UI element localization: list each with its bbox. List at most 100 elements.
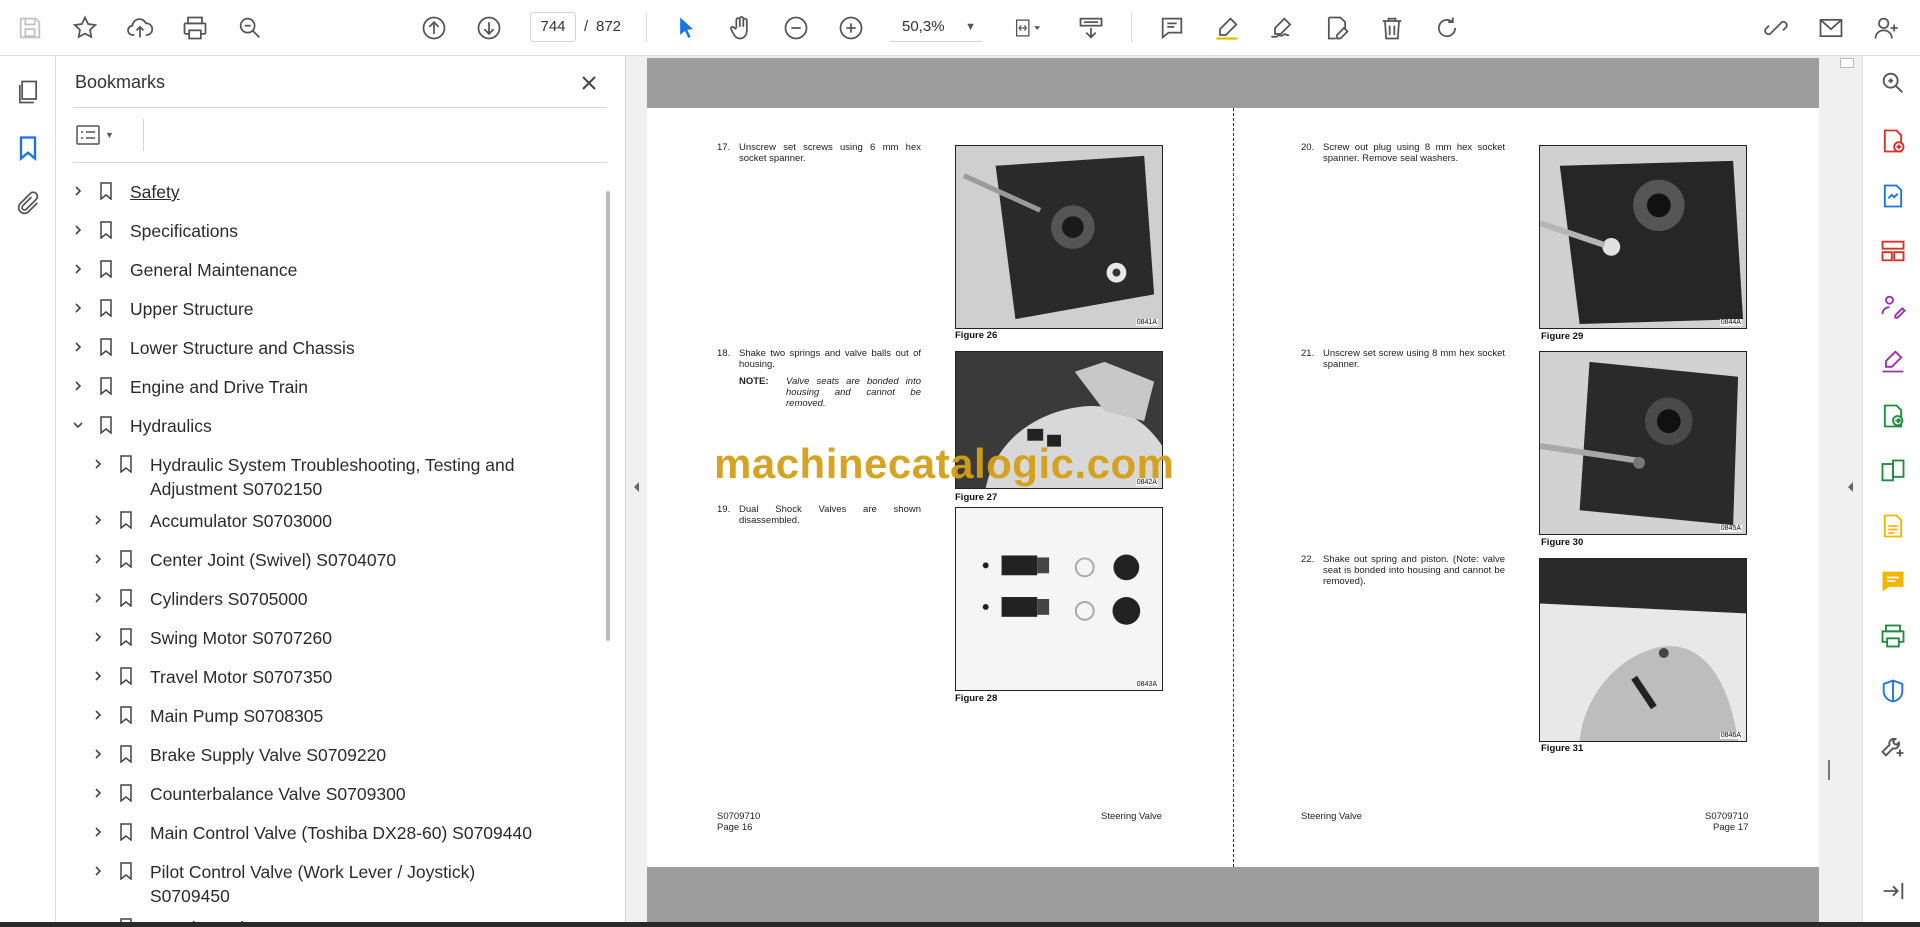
bookmark-options-button[interactable]: ▼ — [76, 120, 122, 150]
bookmark-item[interactable]: Safety — [68, 180, 576, 204]
protect-shield-icon[interactable] — [1878, 676, 1908, 706]
step-22: 22. Shake out spring and piston. (Note: … — [1301, 554, 1505, 587]
email-envelope-icon[interactable] — [1813, 10, 1849, 46]
collapse-left-panel-icon[interactable] — [630, 478, 642, 496]
bookmark-item[interactable]: Lower Structure and Chassis — [68, 336, 576, 360]
step-21: 21. Unscrew set screw using 8 mm hex soc… — [1301, 348, 1505, 370]
figure-26-caption: Figure 26 — [955, 330, 998, 341]
chevron-right-icon[interactable] — [68, 375, 88, 397]
bookmark-item[interactable]: Main Pump S0708305 — [88, 704, 576, 728]
bookmark-item[interactable]: Hydraulic System Troubleshooting, Testin… — [88, 453, 576, 501]
expand-panel-icon[interactable] — [1878, 876, 1908, 906]
save-icon[interactable] — [12, 10, 48, 46]
bookmark-icon — [116, 548, 136, 570]
chevron-down-icon[interactable] — [68, 414, 88, 436]
chevron-right-icon[interactable] — [68, 258, 88, 280]
comment-panel-icon[interactable] — [1878, 566, 1908, 596]
chevron-right-icon[interactable] — [68, 336, 88, 358]
page-number-input[interactable]: 744 — [530, 12, 576, 42]
scan-ocr-icon[interactable] — [1878, 511, 1908, 541]
find-text-icon[interactable] — [232, 10, 268, 46]
collapse-right-panel-icon[interactable] — [1844, 478, 1856, 496]
chevron-right-icon[interactable] — [88, 860, 108, 882]
bookmark-label: Specifications — [130, 221, 238, 241]
highlight-pen-icon[interactable] — [1209, 10, 1245, 46]
bookmark-icon — [116, 453, 136, 475]
bookmark-label: Pilot Control Valve (Work Lever / Joysti… — [150, 862, 476, 906]
zoom-out-icon[interactable] — [778, 10, 814, 46]
bookmark-item[interactable]: Accumulator S0703000 — [88, 509, 576, 533]
page-fit-icon[interactable] — [1003, 10, 1053, 46]
close-icon[interactable] — [574, 68, 604, 98]
print-production-icon[interactable] — [1878, 621, 1908, 651]
hand-tool-icon[interactable] — [723, 10, 759, 46]
print-icon[interactable] — [177, 10, 213, 46]
watermark-text: machinecatalogic.com — [714, 440, 1175, 487]
bookmarks-scrollbar[interactable] — [606, 191, 610, 641]
bookmark-item[interactable]: Swing Motor S0707260 — [88, 626, 576, 650]
attachments-paperclip-icon[interactable] — [12, 188, 44, 220]
viewer-scrollbar[interactable] — [1840, 58, 1854, 68]
delete-trash-icon[interactable] — [1374, 10, 1410, 46]
bookmark-item[interactable]: Center Joint (Swivel) S0704070 — [88, 548, 576, 572]
resize-grip[interactable] — [1828, 760, 1830, 780]
page-thumbnails-icon[interactable] — [12, 76, 44, 108]
star-icon[interactable] — [67, 10, 103, 46]
more-tools-icon[interactable] — [1878, 731, 1908, 761]
bookmark-icon — [116, 743, 136, 765]
bookmark-item[interactable]: Pilot Control Valve (Work Lever / Joysti… — [88, 860, 576, 908]
bookmark-icon — [116, 626, 136, 648]
request-signature-icon[interactable] — [1878, 291, 1908, 321]
organize-pages-icon[interactable] — [1878, 236, 1908, 266]
bookmark-item[interactable]: Travel Motor S0707350 — [88, 665, 576, 689]
figure-27-caption: Figure 27 — [955, 492, 998, 503]
fill-sign-icon[interactable] — [1878, 346, 1908, 376]
chevron-right-icon[interactable] — [68, 180, 88, 202]
chevron-right-icon[interactable] — [88, 665, 108, 687]
bookmark-item[interactable]: Brake Supply Valve S0709220 — [88, 743, 576, 767]
export-pdf-icon[interactable] — [1878, 181, 1908, 211]
zoom-in-icon[interactable] — [833, 10, 869, 46]
bookmark-item[interactable]: Upper Structure — [68, 297, 576, 321]
bookmark-item[interactable]: Engine and Drive Train — [68, 375, 576, 399]
draw-signature-icon[interactable] — [1264, 10, 1300, 46]
send-for-review-icon[interactable] — [1878, 401, 1908, 431]
compare-files-icon[interactable] — [1878, 456, 1908, 486]
bookmark-panel-icon[interactable] — [12, 132, 44, 164]
chevron-right-icon[interactable] — [68, 297, 88, 319]
create-pdf-icon[interactable] — [1878, 126, 1908, 156]
chevron-right-icon[interactable] — [88, 704, 108, 726]
search-zoom-icon[interactable] — [1878, 68, 1908, 98]
upload-cloud-icon[interactable] — [122, 10, 158, 46]
main-toolbar: 744 / 872 50,3% ▼ — [0, 0, 1920, 56]
chevron-right-icon[interactable] — [88, 743, 108, 765]
redo-icon[interactable] — [1429, 10, 1465, 46]
bookmark-item[interactable]: Specifications — [68, 219, 576, 243]
previous-page-icon[interactable] — [416, 10, 452, 46]
figure-26-photo: 0841A — [955, 145, 1163, 329]
divider — [143, 119, 144, 151]
chevron-right-icon[interactable] — [88, 587, 108, 609]
next-page-icon[interactable] — [471, 10, 507, 46]
edit-text-icon[interactable] — [1319, 10, 1355, 46]
share-link-icon[interactable] — [1758, 10, 1794, 46]
select-cursor-icon[interactable] — [668, 10, 704, 46]
add-user-icon[interactable] — [1868, 10, 1904, 46]
scroll-mode-icon[interactable] — [1073, 10, 1109, 46]
page-total: 872 — [596, 18, 622, 35]
bookmark-item[interactable]: Cylinders S0705000 — [88, 587, 576, 611]
chevron-right-icon[interactable] — [88, 453, 108, 475]
bookmark-item[interactable]: Main Control Valve (Toshiba DX28-60) S07… — [88, 821, 576, 845]
comment-icon[interactable] — [1154, 10, 1190, 46]
bookmark-item[interactable]: Hydraulics — [68, 414, 576, 438]
chevron-right-icon[interactable] — [88, 782, 108, 804]
bookmark-item[interactable]: General Maintenance — [68, 258, 576, 282]
chevron-right-icon[interactable] — [68, 219, 88, 241]
chevron-right-icon[interactable] — [88, 509, 108, 531]
zoom-level-dropdown[interactable]: 50,3% ▼ — [890, 12, 982, 42]
chevron-right-icon[interactable] — [88, 548, 108, 570]
step-18: 18. Shake two springs and valve balls ou… — [717, 348, 921, 370]
bookmark-item[interactable]: Counterbalance Valve S0709300 — [88, 782, 576, 806]
chevron-right-icon[interactable] — [88, 821, 108, 843]
chevron-right-icon[interactable] — [88, 626, 108, 648]
